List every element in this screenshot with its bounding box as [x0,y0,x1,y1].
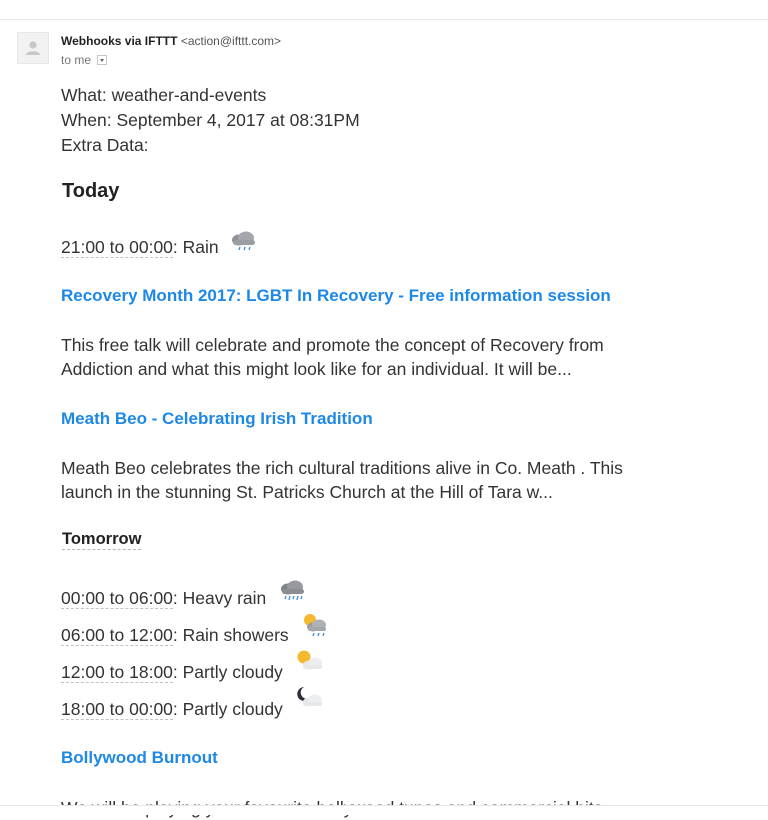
forecast-condition: : Heavy rain [172,588,267,608]
forecast-time[interactable]: 18:00 to 00:00 [61,699,173,720]
sender-line: Webhooks via IFTTT <action@ifttt.com> [61,33,281,49]
forecast-time[interactable]: 21:00 to 00:00 [61,237,173,258]
header-divider [0,19,768,20]
forecast-time[interactable]: 12:00 to 18:00 [61,662,173,683]
forecast-time[interactable]: 00:00 to 06:00 [61,588,173,609]
recipient-label: to me [61,53,92,67]
sender-avatar[interactable] [17,32,49,64]
event-link-bollywood-burnout[interactable]: Bollywood Burnout [61,747,218,769]
forecast-row: 21:00 to 00:00: Rain [61,235,219,259]
details-dropdown-icon[interactable] [97,54,108,65]
when-line: When: September 4, 2017 at 08:31PM [61,110,360,130]
sun-rain-showers-icon [300,612,330,638]
forecast-row: 12:00 to 18:00: Partly cloudy [61,660,283,684]
extra-data-line: Extra Data: [61,135,149,155]
event-link-meath-beo[interactable]: Meath Beo - Celebrating Irish Tradition [61,408,373,430]
forecast-condition: : Rain [172,237,219,257]
tomorrow-heading: Tomorrow [62,530,142,550]
event-description-line: Meath Beo celebrates the rich cultural t… [61,458,623,478]
moon-partly-cloudy-icon [294,685,324,711]
forecast-condition: : Partly cloudy [172,662,283,682]
forecast-condition: : Rain showers [172,625,289,645]
event-description-line: This free talk will celebrate and promot… [61,335,604,355]
forecast-row: 18:00 to 00:00: Partly cloudy [61,697,283,721]
recipient-line: to me [61,52,108,68]
default-person-icon [26,41,40,55]
sender-name[interactable]: Webhooks via IFTTT [61,34,177,48]
event-description-line: Addiction and what this might look like … [61,359,572,379]
heavy-rain-cloud-icon [277,579,307,605]
event-description-line: launch in the stunning St. Patricks Chur… [61,482,553,502]
forecast-row: 06:00 to 12:00: Rain showers [61,623,289,647]
forecast-row: 00:00 to 06:00: Heavy rain [61,586,266,610]
forecast-condition: : Partly cloudy [172,699,283,719]
forecast-time[interactable]: 06:00 to 12:00 [61,625,173,646]
sun-partly-cloudy-icon [294,648,324,674]
what-line: What: weather-and-events [61,85,267,105]
event-link-recovery-month[interactable]: Recovery Month 2017: LGBT In Recovery - … [61,285,611,307]
rain-cloud-icon [228,229,258,255]
today-heading: Today [62,180,120,202]
sender-email: <action@ifttt.com> [180,34,282,48]
